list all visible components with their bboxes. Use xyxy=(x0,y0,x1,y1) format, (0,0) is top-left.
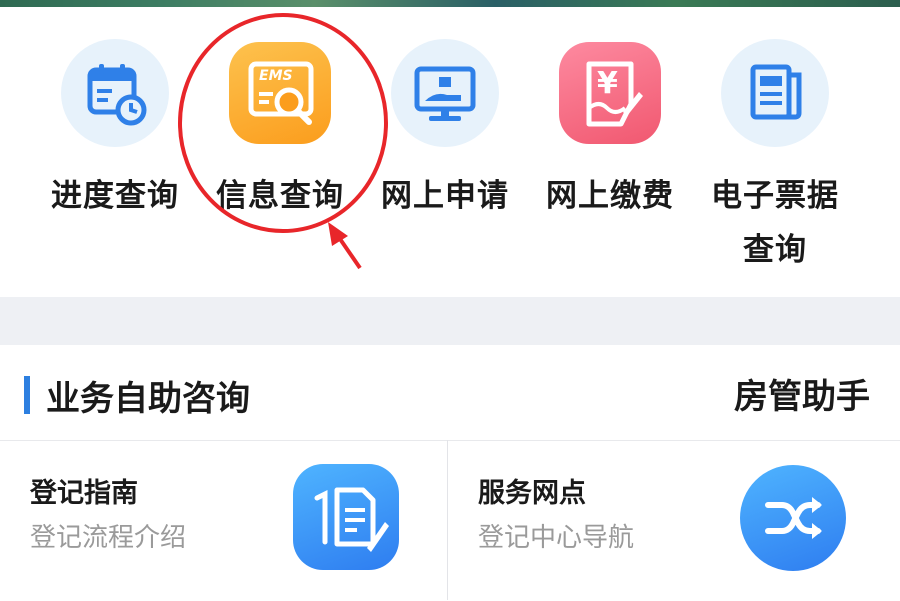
quick-action-label-line2: 查询 xyxy=(743,232,807,268)
section-title: 业务自助咨询 xyxy=(46,379,250,419)
ems-badge-text: EMS xyxy=(259,68,293,84)
top-banner-edge xyxy=(0,0,900,7)
house-assistant-link[interactable]: 房管助手 xyxy=(734,369,870,418)
section-header: 业务自助咨询 房管助手 xyxy=(0,345,900,440)
newspaper-icon xyxy=(721,39,829,147)
card-title: 登记指南 xyxy=(30,478,138,509)
quick-action-progress-query[interactable]: 进度查询 xyxy=(40,39,190,223)
card-service-outlets[interactable]: 服务网点 登记中心导航 xyxy=(448,441,895,601)
quick-action-e-receipt-query[interactable]: 电子票据 查询 xyxy=(700,39,850,277)
quick-action-info-query[interactable]: EMS 信息查询 xyxy=(205,39,355,223)
yen-receipt-icon: ¥ xyxy=(559,42,661,144)
calendar-clock-icon xyxy=(61,39,169,147)
document-pen-icon xyxy=(293,464,399,570)
shuffle-icon xyxy=(740,465,846,571)
card-title: 服务网点 xyxy=(478,478,586,509)
yen-symbol: ¥ xyxy=(597,66,618,101)
section-separator xyxy=(0,297,900,345)
card-subtitle: 登记中心导航 xyxy=(478,523,635,553)
quick-action-label: 电子票据 xyxy=(711,178,839,214)
quick-action-label: 信息查询 xyxy=(216,178,344,214)
ems-search-icon: EMS xyxy=(229,42,331,144)
card-registration-guide[interactable]: 登记指南 登记流程介绍 xyxy=(0,441,447,601)
quick-action-online-payment[interactable]: ¥ 网上缴费 xyxy=(535,39,685,223)
card-subtitle: 登记流程介绍 xyxy=(30,523,187,553)
quick-action-online-application[interactable]: 网上申请 xyxy=(370,39,520,223)
quick-action-grid: 进度查询 EMS 信息查询 网上申请 ¥ 网上缴费 电子票据 查询 xyxy=(0,7,900,297)
monitor-hand-icon xyxy=(391,39,499,147)
section-accent-bar xyxy=(24,376,30,414)
quick-action-label: 进度查询 xyxy=(51,178,179,214)
quick-action-label: 网上缴费 xyxy=(546,178,674,214)
quick-action-label: 网上申请 xyxy=(381,178,509,214)
service-cards: 登记指南 登记流程介绍 服务网点 登记中心导航 xyxy=(0,440,900,601)
card-divider xyxy=(447,440,448,600)
